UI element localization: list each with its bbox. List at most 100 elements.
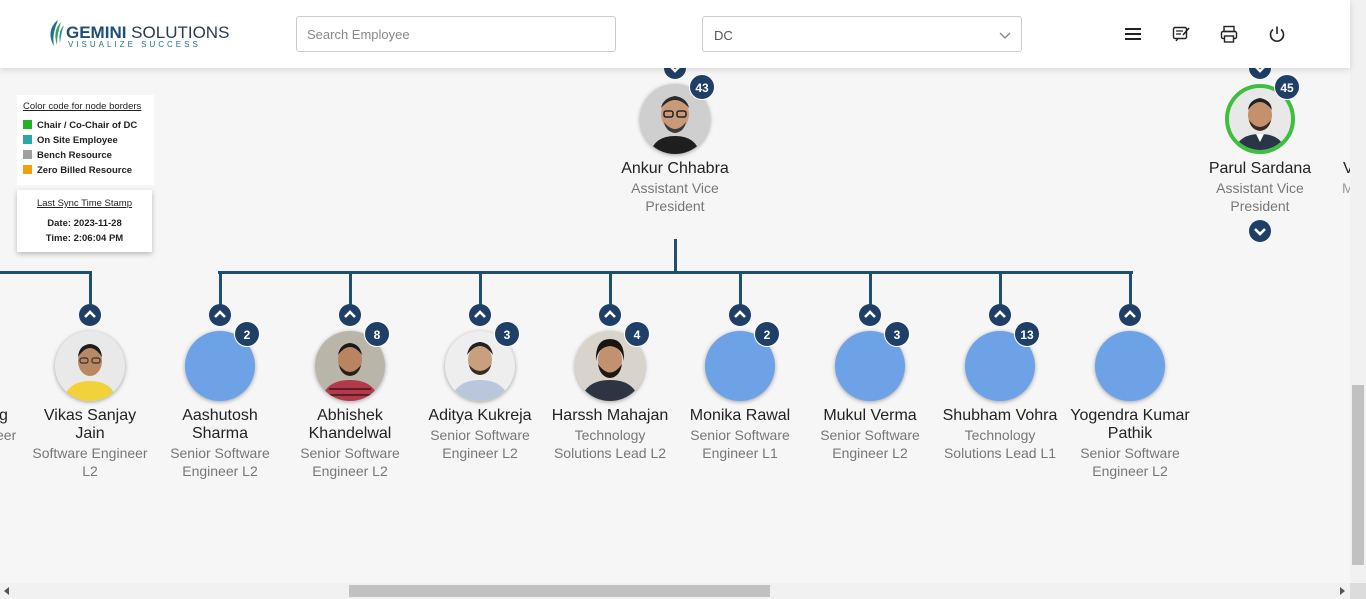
collapse-toggle[interactable] [339,304,361,326]
chevron-up-icon [344,310,356,318]
employee-role: Technology [574,427,646,443]
collapse-toggle[interactable] [599,304,621,326]
employee-name: Jain [75,425,105,442]
employee-role: Technology [964,427,1036,443]
collapse-toggle[interactable] [859,304,881,326]
dc-select[interactable]: DC [702,16,1022,52]
reportee-count-badge: 8 [364,321,390,347]
employee-role: Senior Software [170,445,270,461]
logo-tagline: VISUALIZE SUCCESS [68,40,201,49]
collapse-toggle[interactable] [729,304,751,326]
org-node-ankur-chhabra[interactable]: 43 Ankur Chhabra Assistant Vice Presiden… [605,55,745,220]
employee-role: Engineer L2 [442,445,518,461]
org-node-yogendra-kumar-pathik[interactable]: Yogendra Kumar Pathik Senior Software En… [1060,304,1200,484]
chevron-up-icon [214,310,226,318]
search-employee-input[interactable] [296,16,616,52]
scroll-right-arrow-icon[interactable] [1338,587,1346,595]
collapse-toggle[interactable] [209,304,231,326]
partial-node-role: eer [0,427,17,443]
sync-date: Date: 2023-11-28 [47,218,122,229]
employee-name: Shubham Vohra [942,407,1058,424]
employee-name: Khandelwal [308,425,392,442]
connector-line [0,271,92,274]
org-node-mukul-verma[interactable]: 3 Mukul Verma Senior Software Engineer L… [800,304,940,484]
partial-node-name: g [0,407,8,424]
chevron-up-icon [84,310,96,318]
collapse-toggle[interactable] [79,304,101,326]
employee-role: Engineer L2 [832,445,908,461]
top-header: GEMINI SOLUTIONS VISUALIZE SUCCESS DC [0,0,1350,68]
employee-name: Ankur Chhabra [621,160,729,177]
border-color-legend: Color code for node borders Chair / Co-C… [17,95,154,185]
employee-name: Abhishek [317,407,383,424]
employee-name: Vikas Sanjay [43,407,137,424]
reportee-count-badge: 2 [754,321,780,347]
employee-role: Senior Software [820,427,920,443]
vertical-scroll-thumb[interactable] [1352,385,1364,565]
employee-name: Monika Rawal [689,407,791,424]
org-node-aashutosh-sharma[interactable]: 2 Aashutosh Sharma Senior Software Engin… [150,304,290,484]
org-node-harssh-mahajan[interactable]: 4 Harssh Mahajan Technology Solutions Le… [540,304,680,484]
org-node-abhishek-khandelwal[interactable]: 8 Abhishek Khandelwal Senior Software En… [280,304,420,484]
chevron-down-icon [999,32,1011,39]
scroll-left-arrow-icon[interactable] [3,587,11,595]
horizontal-scroll-thumb[interactable] [349,585,770,597]
reportee-count-badge: 45 [1274,74,1300,100]
employee-role: Solutions Lead L2 [553,445,667,461]
sync-title: Last Sync Time Stamp [36,198,133,209]
employee-role: Solutions Lead L1 [943,445,1057,461]
person-photo-icon [55,331,125,401]
reportee-count-badge: 2 [234,321,260,347]
reportee-count-badge: 13 [1014,321,1040,347]
legend-swatch [23,120,32,129]
employee-role: Senior Software [430,427,530,443]
chevron-up-icon [864,310,876,318]
collapse-toggle[interactable] [1119,304,1141,326]
scrollbar-corner [1350,583,1366,599]
menu-icon[interactable] [1123,24,1143,44]
org-node-aditya-kukreja[interactable]: 3 Aditya Kukreja Senior Software Enginee… [410,304,550,484]
gemini-logo[interactable]: GEMINI SOLUTIONS VISUALIZE SUCCESS [46,16,229,52]
leaf-logo-icon [50,20,64,46]
org-node-shubham-vohra[interactable]: 13 Shubham Vohra Technology Solutions Le… [930,304,1070,484]
legend-swatch [23,165,32,174]
org-node-parul-sardana[interactable]: 45 Parul Sardana Assistant Vice Presiden… [1190,55,1330,245]
employee-name: Pathik [1107,425,1153,442]
employee-role: Senior Software [1080,445,1180,461]
employee-name: Yogendra Kumar [1070,407,1190,424]
collapse-toggle[interactable] [989,304,1011,326]
legend-swatch [23,135,32,144]
reportee-count-badge: 4 [624,321,650,347]
employee-role: L2 [82,463,98,479]
reportee-count-badge: 3 [884,321,910,347]
power-icon[interactable] [1267,24,1287,44]
avatar [55,331,125,401]
employee-role: Senior Software [690,427,790,443]
org-node-vikas-sanjay-jain[interactable]: Vikas Sanjay Jain Software Engineer L2 [20,304,160,484]
legend-title: Color code for node borders [23,101,142,112]
reportee-count-badge: 3 [494,321,520,347]
print-icon[interactable] [1219,24,1239,44]
chevron-up-icon [474,310,486,318]
avatar-placeholder [1095,331,1165,401]
reportee-count-badge: 43 [689,74,715,100]
collapse-toggle[interactable] [469,304,491,326]
employee-role: Engineer L2 [312,463,388,479]
chevron-down-icon [1254,228,1266,236]
legend-swatch [23,150,32,159]
feedback-icon[interactable] [1171,24,1191,44]
legend-item: Bench Resource [23,150,112,162]
employee-role: President [645,198,705,214]
dc-select-value: DC [714,28,733,43]
employee-role: President [1230,198,1290,214]
connector-line [674,239,677,274]
employee-role: Senior Software [300,445,400,461]
chevron-up-icon [734,310,746,318]
employee-role: Assistant Vice [631,180,719,196]
org-node-monika-rawal[interactable]: 2 Monika Rawal Senior Software Engineer … [670,304,810,484]
legend-item: On Site Employee [23,135,118,147]
employee-role: Engineer L2 [182,463,258,479]
horizontal-scrollbar[interactable] [0,583,1350,599]
expand-toggle[interactable] [1249,220,1271,242]
vertical-scrollbar[interactable] [1350,0,1366,583]
